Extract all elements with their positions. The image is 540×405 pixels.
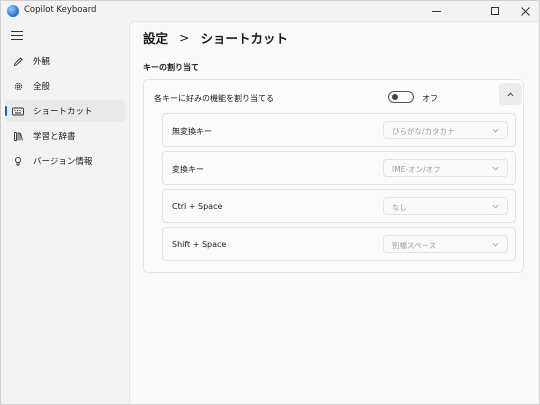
shortcut-row-ctrl-space: Ctrl + Space なし (162, 189, 516, 223)
hamburger-menu-icon[interactable] (11, 31, 23, 40)
chevron-up-icon (507, 92, 514, 96)
sidebar-item-shortcuts[interactable]: ショートカット (5, 100, 125, 122)
shortcut-function-select[interactable]: ひらがな/カタカナ (383, 121, 508, 139)
shortcut-key-label: 変換キー (172, 165, 204, 174)
sidebar-item-label: ショートカット (33, 107, 93, 117)
keyboard-icon (12, 105, 24, 117)
sidebar-item-label: 外観 (33, 57, 51, 67)
shortcut-key-label: Ctrl + Space (172, 202, 223, 211)
breadcrumb-separator: > (179, 30, 190, 45)
main-content: 設定 > ショートカット キーの割り当て 各キーに好みの機能を割り当てる オフ … (129, 21, 539, 404)
sidebar-item-learning-dictionary[interactable]: 学習と辞書 (5, 125, 125, 147)
toggle-knob (392, 94, 398, 100)
chevron-down-icon (492, 203, 499, 210)
app-window: Copilot Keyboard 外観 全般 ショートカット 学習と辞書 バージ… (0, 0, 540, 405)
shortcut-row-henkan: 変換キー IME-オン/オフ (162, 151, 516, 185)
shortcut-function-select[interactable]: なし (383, 197, 508, 215)
select-value: ひらがな/カタカナ (392, 127, 455, 136)
pencil-icon (12, 55, 24, 67)
sidebar-item-version-info[interactable]: バージョン情報 (5, 150, 125, 172)
sidebar-item-general[interactable]: 全般 (5, 75, 125, 97)
shortcut-row-muhenkan: 無変換キー ひらがな/カタカナ (162, 113, 516, 147)
master-toggle-label: 各キーに好みの機能を割り当てる (154, 94, 274, 103)
select-value: 別幅スペース (392, 241, 437, 250)
page-title: ショートカット (200, 31, 289, 46)
select-value: なし (392, 203, 407, 212)
toggle-state-label: オフ (422, 94, 438, 103)
breadcrumb: 設定 > ショートカット (143, 28, 288, 47)
collapse-button[interactable] (499, 83, 522, 105)
minimize-button[interactable] (421, 1, 451, 21)
active-indicator (5, 106, 7, 116)
section-title: キーの割り当て (143, 63, 199, 72)
maximize-icon (491, 7, 499, 15)
sidebar-item-label: 全般 (33, 82, 51, 92)
chevron-down-icon (492, 241, 499, 248)
maximize-button[interactable] (480, 1, 510, 21)
assign-keys-toggle[interactable] (388, 91, 414, 103)
shortcut-key-label: Shift + Space (172, 240, 227, 249)
lightbulb-icon (12, 155, 24, 167)
key-assignment-group: 各キーに好みの機能を割り当てる オフ 無変換キー ひらがな/カタカナ 変換キー … (143, 79, 524, 273)
gear-icon (12, 80, 24, 92)
shortcut-function-select[interactable]: 別幅スペース (383, 235, 508, 253)
select-value: IME-オン/オフ (392, 165, 441, 174)
shortcut-row-shift-space: Shift + Space 別幅スペース (162, 227, 516, 261)
books-icon (12, 130, 24, 142)
shortcut-key-label: 無変換キー (172, 127, 212, 136)
sidebar-item-label: 学習と辞書 (33, 132, 76, 142)
master-toggle-row: 各キーに好みの機能を割り当てる オフ (144, 80, 523, 113)
title-bar: Copilot Keyboard (1, 1, 539, 21)
sidebar-item-label: バージョン情報 (33, 157, 93, 167)
breadcrumb-parent[interactable]: 設定 (143, 28, 168, 47)
sidebar-item-appearance[interactable]: 外観 (5, 50, 125, 72)
copilot-app-icon (7, 5, 19, 17)
sidebar: 外観 全般 ショートカット 学習と辞書 バージョン情報 (1, 21, 129, 404)
close-icon (520, 6, 530, 16)
close-button[interactable] (510, 1, 540, 21)
minimize-icon (431, 10, 441, 12)
window-title: Copilot Keyboard (24, 5, 97, 15)
chevron-down-icon (492, 165, 499, 172)
chevron-down-icon (492, 127, 499, 134)
shortcut-function-select[interactable]: IME-オン/オフ (383, 159, 508, 177)
